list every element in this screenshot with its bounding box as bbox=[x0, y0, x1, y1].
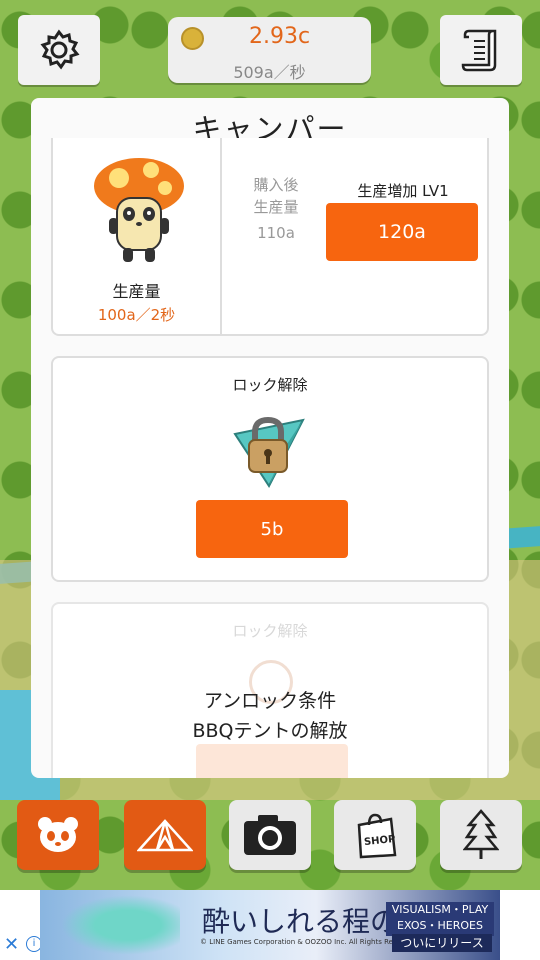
locked-unlock-label: ロック解除 bbox=[232, 622, 308, 640]
unlock-condition-text: BBQテントの解放 bbox=[192, 720, 348, 742]
settings-button[interactable] bbox=[18, 15, 100, 85]
after-purchase-value: 110a bbox=[257, 224, 295, 242]
unlock-label: ロック解除 bbox=[232, 376, 308, 394]
ad-banner[interactable]: 酔いしれる程の美しさ © LINE Games Corporation & OO… bbox=[40, 890, 500, 960]
ad-banner-container: ✕ i 酔いしれる程の美しさ © LINE Games Corporation … bbox=[0, 890, 540, 960]
camper-panel: キャンパー 生産量 100a／2秒 購入後 生産量 110a 生産増加 LV1 … bbox=[31, 98, 509, 778]
quest-scroll-button[interactable] bbox=[440, 15, 522, 85]
nav-shop-button[interactable]: SHOP bbox=[334, 800, 416, 870]
mushroom-panda-camper-icon bbox=[94, 158, 184, 262]
unlock-card: ロック解除 5b bbox=[51, 356, 489, 582]
unlock-buy-button[interactable]: 5b bbox=[196, 500, 348, 558]
unlock-condition-title: アンロック条件 bbox=[203, 690, 337, 712]
ad-close-icon[interactable]: ✕ bbox=[4, 934, 19, 955]
locked-buy-button bbox=[196, 744, 348, 778]
nav-tree-button[interactable] bbox=[440, 800, 522, 870]
tent-icon bbox=[137, 819, 193, 852]
upgrade-buy-button[interactable]: 120a bbox=[326, 203, 478, 261]
tree-icon bbox=[463, 809, 499, 859]
nav-tent-button[interactable] bbox=[124, 800, 206, 870]
nav-camera-button[interactable] bbox=[229, 800, 311, 870]
ad-character-image bbox=[50, 890, 180, 960]
after-purchase-label: 購入後 生産量 bbox=[253, 176, 299, 216]
locked-tent-icon bbox=[233, 416, 305, 488]
currency-amount: 2.93c bbox=[248, 24, 311, 49]
nav-panda-button[interactable] bbox=[17, 800, 99, 870]
gear-icon bbox=[40, 29, 80, 70]
production-card: 生産量 100a／2秒 購入後 生産量 110a 生産増加 LV1 120a bbox=[51, 138, 489, 336]
shop-bag-icon: SHOP bbox=[357, 813, 397, 859]
ad-game-logo: VISUALISM・PLAY EXOS・HEROES bbox=[386, 902, 494, 936]
panda-icon bbox=[38, 817, 78, 852]
upgrade-label: 生産増加 LV1 bbox=[357, 182, 449, 200]
locked-card: ロック解除 アンロック条件 BBQテントの解放 bbox=[51, 602, 489, 778]
camera-icon bbox=[244, 815, 296, 855]
currency-display: 2.93c 509a／秒 bbox=[168, 17, 371, 83]
production-value: 100a／2秒 bbox=[97, 306, 176, 324]
ad-release-text: ついにリリース bbox=[392, 934, 492, 952]
currency-rate: 509a／秒 bbox=[233, 63, 306, 82]
scroll-icon bbox=[461, 29, 497, 72]
production-label: 生産量 bbox=[112, 282, 161, 301]
ad-copyright: © LINE Games Corporation & OOZOO Inc. Al… bbox=[200, 938, 419, 946]
card-divider bbox=[220, 138, 222, 334]
